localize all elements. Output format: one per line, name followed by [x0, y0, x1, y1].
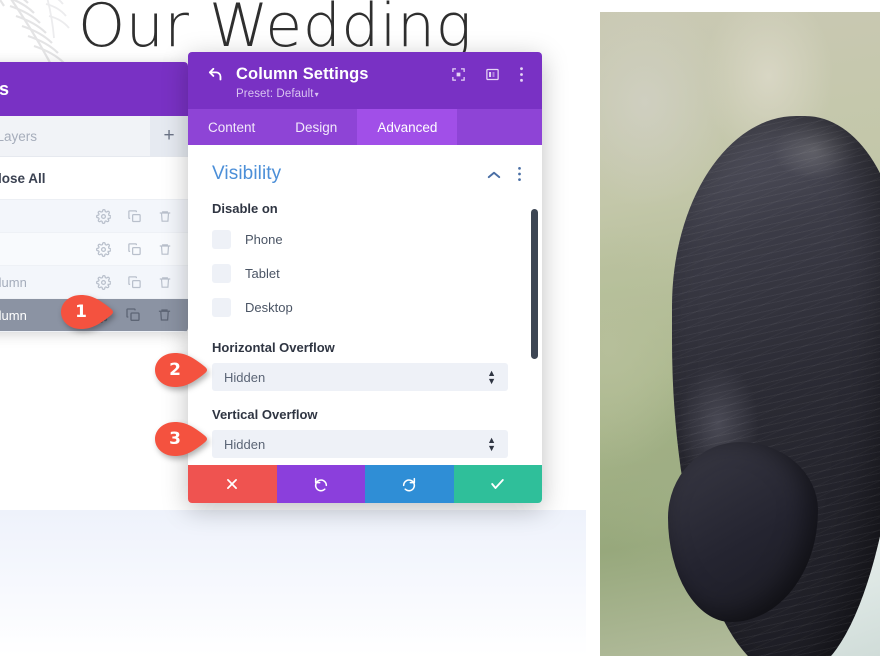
layout-toggle-icon[interactable]	[485, 67, 500, 82]
modal-footer	[188, 465, 542, 503]
disable-on-tablet-row[interactable]: Tablet	[188, 256, 542, 290]
fullscreen-icon[interactable]	[451, 67, 466, 82]
trash-icon[interactable]	[157, 307, 172, 323]
horizontal-overflow-select[interactable]: Hidden ▲ ▼	[212, 363, 508, 391]
disable-on-label: Disable on	[212, 201, 278, 216]
vertical-overflow-label: Vertical Overflow	[212, 407, 318, 422]
modal-header-row: Column Settings	[204, 64, 526, 84]
undo-icon	[314, 477, 327, 492]
desktop-checkbox[interactable]	[212, 297, 231, 317]
marker-number: 3	[169, 429, 181, 449]
modal-tabs: Content Design Advanced	[188, 109, 542, 145]
tablet-checkbox[interactable]	[212, 263, 231, 283]
modal-body: Visibility Disable on Phone Tablet Deskt…	[188, 145, 542, 465]
trash-icon[interactable]	[158, 209, 172, 224]
layer-row-actions	[96, 241, 188, 257]
back-arrow-icon[interactable]	[204, 64, 226, 84]
wedding-photo	[586, 0, 880, 656]
select-arrows-icon: ▲ ▼	[487, 435, 496, 453]
phone-label: Phone	[245, 231, 283, 247]
close-icon	[227, 479, 238, 489]
search-layers-input[interactable]	[0, 127, 150, 145]
tab-advanced[interactable]: Advanced	[357, 109, 458, 145]
marker-number: 1	[75, 302, 87, 322]
duplicate-icon[interactable]	[127, 275, 142, 290]
step-marker-1: 1	[58, 294, 120, 330]
check-icon	[491, 479, 505, 489]
trash-icon[interactable]	[158, 275, 172, 290]
duplicate-icon[interactable]	[125, 307, 141, 323]
disable-on-phone-row[interactable]: Phone	[188, 222, 542, 256]
page-lower-panel	[0, 510, 586, 656]
layers-panel: Layers + Open/Close All Section Row	[0, 62, 188, 332]
hero-title: Our Wedding	[78, 0, 473, 61]
photo-frame-left	[586, 0, 600, 656]
more-vertical-icon[interactable]	[519, 66, 524, 83]
tablet-label: Tablet	[245, 265, 280, 281]
chevron-up-icon[interactable]	[487, 170, 501, 179]
vertical-overflow-value: Hidden	[224, 436, 266, 452]
select-arrows-icon: ▲ ▼	[487, 368, 496, 386]
layer-row-actions	[96, 274, 188, 290]
preset-selector[interactable]: Preset: Default▾	[236, 88, 526, 100]
layers-panel-header: Layers	[0, 62, 188, 116]
layer-label: Row	[0, 242, 96, 257]
duplicate-icon[interactable]	[127, 209, 142, 224]
visibility-section-header: Visibility	[188, 145, 542, 195]
modal-title: Column Settings	[236, 64, 369, 83]
trash-icon[interactable]	[158, 242, 172, 257]
vertical-overflow-select-wrap: Hidden ▲ ▼	[212, 430, 508, 458]
step-marker-2: 2	[152, 352, 214, 388]
layer-label: Section	[0, 209, 96, 224]
photo-background	[586, 12, 880, 656]
more-vertical-icon[interactable]	[517, 166, 522, 182]
section-title: Visibility	[212, 163, 282, 184]
step-marker-3: 3	[152, 421, 214, 457]
open-close-all-toggle[interactable]: Open/Close All	[0, 157, 188, 200]
vertical-overflow-select[interactable]: Hidden ▲ ▼	[212, 430, 508, 458]
horizontal-overflow-value: Hidden	[224, 369, 266, 385]
layer-row-actions	[96, 208, 188, 224]
layer-label: Column	[0, 274, 27, 290]
redo-icon	[403, 477, 416, 492]
layer-row[interactable]: Section	[0, 200, 188, 233]
desktop-label: Desktop	[245, 299, 293, 315]
preset-caret-icon: ▾	[314, 90, 319, 99]
horizontal-overflow-select-wrap: Hidden ▲ ▼	[212, 363, 508, 391]
screen: Our Wedding Layers	[0, 0, 880, 656]
redo-button[interactable]	[365, 465, 454, 503]
phone-checkbox[interactable]	[212, 229, 231, 249]
modal-scrollbar[interactable]	[531, 209, 538, 359]
preset-label: Preset: Default	[236, 88, 314, 100]
gear-icon[interactable]	[96, 274, 111, 290]
marker-number: 2	[169, 360, 181, 380]
gear-icon[interactable]	[96, 208, 111, 224]
layers-search-bar: +	[0, 116, 188, 157]
modal-header-icons	[451, 66, 524, 83]
cancel-button[interactable]	[188, 465, 277, 503]
duplicate-icon[interactable]	[127, 242, 142, 257]
undo-button[interactable]	[276, 465, 365, 503]
disable-on-desktop-row[interactable]: Desktop	[188, 290, 542, 324]
horizontal-overflow-label: Horizontal Overflow	[212, 340, 335, 355]
add-layer-button[interactable]: +	[150, 116, 188, 156]
tab-design[interactable]: Design	[275, 109, 357, 145]
photo-frame-top	[586, 0, 880, 12]
layers-panel-title: Layers	[0, 78, 10, 99]
section-header-icons	[487, 166, 522, 182]
gear-icon[interactable]	[96, 241, 111, 257]
column-settings-modal: Column Settings Preset: Default▾ Content…	[188, 52, 542, 503]
save-button[interactable]	[453, 465, 542, 503]
tab-content[interactable]: Content	[188, 109, 275, 145]
modal-header: Column Settings Preset: Default▾	[188, 52, 542, 109]
layer-row[interactable]: Row	[0, 233, 188, 266]
